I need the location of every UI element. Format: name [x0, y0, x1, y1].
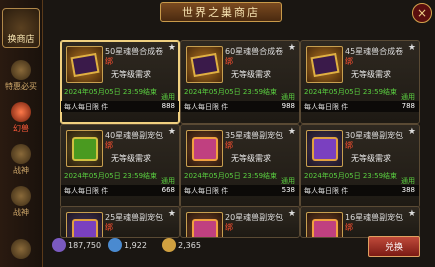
shop-grid: ★ 50星魂兽合成卷绑 无等级需求 2024年05月05日 23:59结束 通用…: [55, 36, 423, 238]
item-price: 668: [161, 186, 175, 194]
item-requirement: 无等级需求: [111, 70, 151, 79]
shop-item-card[interactable]: ★ 45星魂兽合成卷绑 无等级需求 2024年05月05日 23:59结束 通用…: [300, 40, 420, 124]
item-name: 16星魂兽副宠包绑: [345, 213, 404, 232]
shop-logo: 换商店: [2, 8, 40, 48]
item-purchase-limit: 每人每日限 件: [64, 103, 109, 111]
sidebar-item-label: 特惠必买: [5, 82, 37, 91]
item-end-date: 2024年05月05日 23:59结束: [64, 172, 158, 180]
diamond-icon: [52, 238, 66, 252]
item-requirement: 无等级需求: [351, 70, 391, 79]
item-end-date: 2024年05月05日 23:59结束: [184, 172, 278, 180]
item-end-date: 2024年05月05日 23:59结束: [304, 172, 398, 180]
item-end-date: 2024年05月05日 23:59结束: [184, 88, 278, 96]
window-title: 世界之巢商店: [160, 2, 282, 22]
scroll-item-icon: [306, 46, 343, 83]
wallet-currency-1: 187,750: [52, 238, 101, 252]
gift-box-icon: [66, 130, 103, 167]
gift-box-icon: [186, 212, 223, 237]
shop-item-card[interactable]: ★ 30星魂兽副宠包绑 无等级需求 2024年05月05日 23:59结束 通用…: [300, 124, 420, 208]
item-name: 40星魂兽副宠包绑: [105, 131, 164, 150]
shop-item-card[interactable]: ★ 50星魂兽合成卷绑 无等级需求 2024年05月05日 23:59结束 通用…: [60, 40, 180, 124]
item-name: 20星魂兽副宠包绑: [225, 213, 284, 232]
close-icon: ×: [416, 6, 428, 20]
shop-item-card[interactable]: ★ 16星魂兽副宠包绑: [300, 206, 420, 238]
sidebar-item-label: 战神: [13, 166, 29, 175]
shop-item-card[interactable]: ★ 40星魂兽副宠包绑 无等级需求 2024年05月05日 23:59结束 通用…: [60, 124, 180, 208]
item-requirement: 无等级需求: [231, 70, 271, 79]
item-purchase-limit: 每人每日限 件: [64, 187, 109, 195]
item-price: 388: [401, 186, 415, 194]
item-price: 888: [161, 102, 175, 110]
shop-item-card[interactable]: ★ 20星魂兽副宠包绑: [180, 206, 300, 238]
wallet-bar: 187,750 1,922 2,365: [52, 238, 392, 254]
emblem-icon: [11, 239, 31, 259]
item-name: 60星魂兽合成卷绑: [225, 47, 284, 66]
wings-icon: [11, 144, 31, 164]
item-purchase-limit: 每人每日限 件: [304, 187, 349, 195]
shop-item-card[interactable]: ★ 35星魂兽副宠包绑 无等级需求 2024年05月05日 23:59结束 通用…: [180, 124, 300, 208]
exchange-button[interactable]: 兑换: [368, 236, 420, 257]
gift-box-icon: [306, 130, 343, 167]
wallet-currency-2: 1,922: [108, 238, 147, 252]
sidebar-item-beasts[interactable]: 幻兽: [2, 96, 40, 134]
item-name: 45星魂兽合成卷绑: [345, 47, 404, 66]
close-button[interactable]: ×: [412, 3, 432, 23]
shop-item-card[interactable]: ★ 25星魂兽副宠包绑: [60, 206, 180, 238]
item-name: 50星魂兽合成卷绑: [105, 47, 164, 66]
sidebar: 换商店 特惠必买 幻兽 战神 战神: [0, 0, 43, 267]
item-price: 988: [281, 102, 295, 110]
exchange-label: 兑换: [384, 243, 403, 253]
item-price: 538: [281, 186, 295, 194]
item-end-date: 2024年05月05日 23:59结束: [64, 88, 158, 96]
wallet-currency-3: 2,365: [162, 238, 201, 252]
item-name: 35星魂兽副宠包绑: [225, 131, 284, 150]
sidebar-item-wargod-2[interactable]: 战神: [2, 180, 40, 218]
item-requirement: 无等级需求: [111, 154, 151, 163]
item-name: 30星魂兽副宠包绑: [345, 131, 404, 150]
shop-item-card[interactable]: ★ 60星魂兽合成卷绑 无等级需求 2024年05月05日 23:59结束 通用…: [180, 40, 300, 124]
item-price: 788: [401, 102, 415, 110]
scroll-item-icon: [66, 46, 103, 83]
item-requirement: 无等级需求: [231, 154, 271, 163]
sidebar-item-wargod-1[interactable]: 战神: [2, 138, 40, 176]
item-end-date: 2024年05月05日 23:59结束: [304, 88, 398, 96]
gold-icon: [162, 238, 176, 252]
item-purchase-limit: 每人每日限 件: [184, 187, 229, 195]
sidebar-item-specials[interactable]: 特惠必买: [2, 54, 40, 92]
specials-icon: [11, 60, 31, 80]
item-purchase-limit: 每人每日限 件: [184, 103, 229, 111]
title-text: 世界之巢商店: [182, 6, 260, 19]
item-name: 25星魂兽副宠包绑: [105, 213, 164, 232]
gem-icon: [108, 238, 122, 252]
sidebar-item-label: 战神: [13, 208, 29, 217]
sidebar-item-misc[interactable]: [2, 222, 40, 260]
scroll-item-icon: [186, 46, 223, 83]
sidebar-item-label: 幻兽: [13, 124, 29, 133]
beast-icon: [11, 102, 31, 122]
gift-box-icon: [186, 130, 223, 167]
item-purchase-limit: 每人每日限 件: [304, 103, 349, 111]
gift-box-icon: [66, 212, 103, 237]
wings-icon: [11, 186, 31, 206]
item-requirement: 无等级需求: [351, 154, 391, 163]
gift-box-icon: [306, 212, 343, 237]
logo-label: 换商店: [7, 35, 35, 45]
